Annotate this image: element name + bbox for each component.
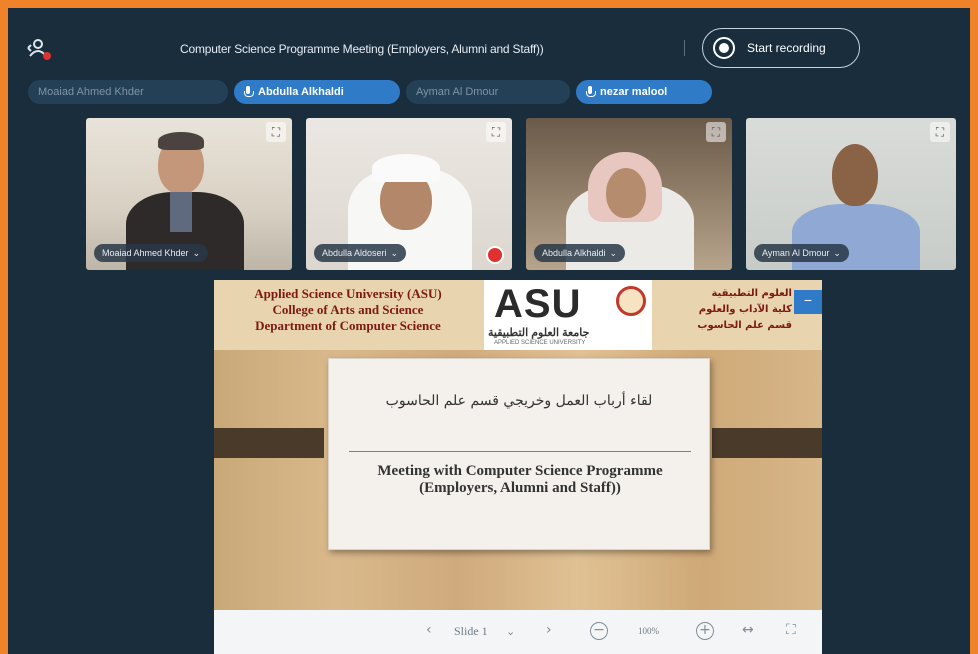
video-tile[interactable]: ⛶ Abdulla Aldoseri ⌄ — [306, 118, 512, 270]
zoom-in-icon[interactable]: + — [696, 622, 714, 640]
participant-name: Abdulla Alkhaldi — [542, 248, 606, 258]
slide-header: Applied Science University (ASU) College… — [214, 280, 822, 350]
zoom-out-icon[interactable]: − — [590, 622, 608, 640]
participant-name-tag: Moaiad Ahmed Khder ⌄ — [94, 244, 209, 262]
fullscreen-icon[interactable]: ⛶ — [786, 622, 796, 638]
video-tile[interactable]: ⛶ Moaiad Ahmed Khder ⌄ — [86, 118, 292, 270]
logo-arabic-text: جامعة العلوم التطبيقية — [488, 327, 590, 339]
start-recording-button[interactable]: Start recording — [702, 28, 860, 68]
university-seal-icon — [616, 286, 646, 316]
slide-title-english: Meeting with Computer Science Programme … — [377, 463, 663, 496]
collapse-icon[interactable]: − — [794, 290, 822, 314]
expand-icon[interactable]: ⛶ — [266, 122, 286, 142]
logo-text: ASU — [494, 282, 582, 326]
participant-pill[interactable]: Ayman Al Dmour — [406, 80, 570, 104]
slide-selector[interactable]: Slide 1 — [454, 624, 488, 639]
participant-name: Ayman Al Dmour — [416, 86, 499, 98]
expand-icon[interactable]: ⛶ — [706, 122, 726, 142]
fit-width-icon[interactable]: ↔ — [742, 622, 754, 638]
participant-pill[interactable]: Abdulla Alkhaldi — [234, 80, 400, 104]
top-bar: Computer Science Programme Meeting (Empl… — [8, 8, 970, 80]
record-icon — [713, 37, 735, 59]
microphone-icon — [586, 86, 596, 98]
chevron-down-icon: ⌄ — [609, 247, 618, 258]
divider — [349, 451, 691, 452]
video-tile[interactable]: ⛶ Abdulla Alkhaldi ⌄ — [526, 118, 732, 270]
participant-name: nezar malool — [600, 86, 668, 98]
slide-title-card: لقاء أرباب العمل وخريجي قسم علم الحاسوب … — [328, 358, 710, 550]
participant-name-tag: Abdulla Aldoseri ⌄ — [314, 244, 407, 262]
slide-title-arabic: لقاء أرباب العمل وخريجي قسم علم الحاسوب — [385, 393, 653, 409]
chevron-down-icon: ⌄ — [833, 247, 841, 258]
microphone-icon — [244, 86, 254, 98]
slide: Applied Science University (ASU) College… — [214, 280, 822, 610]
participant-pill[interactable]: nezar malool — [576, 80, 712, 104]
logo-subtitle: APPLIED SCIENCE UNIVERSITY — [494, 340, 586, 346]
university-name-english: Applied Science University (ASU) College… — [254, 286, 442, 333]
university-name-arabic: العلوم التطبيقية كلية الآداب والعلوم قسم… — [697, 288, 792, 331]
presentation-toolbar: ‹ Slide 1 ⌄ › − 100% + ↔ ⛶ — [214, 610, 822, 654]
participant-name: Moaiad Ahmed Khder — [102, 248, 189, 258]
start-recording-label: Start recording — [747, 41, 826, 55]
participant-name-tag: Ayman Al Dmour ⌄ — [754, 244, 849, 262]
chevron-down-icon[interactable]: ⌄ — [506, 625, 515, 638]
next-slide-icon[interactable]: › — [546, 622, 552, 638]
video-tile[interactable]: ⛶ Ayman Al Dmour ⌄ — [746, 118, 956, 270]
asu-logo: ASU جامعة العلوم التطبيقية APPLIED SCIEN… — [484, 280, 652, 350]
participant-name: Abdulla Alkhaldi — [258, 86, 344, 98]
expand-icon[interactable]: ⛶ — [486, 122, 506, 142]
participant-name: Moaiad Ahmed Khder — [38, 86, 144, 98]
chevron-down-icon: ⌄ — [192, 247, 201, 258]
zoom-level: 100% — [638, 626, 659, 636]
participant-name: Ayman Al Dmour — [762, 248, 830, 258]
decorative-bar — [214, 428, 324, 458]
participant-name-tag: Abdulla Alkhaldi ⌄ — [534, 244, 626, 262]
chevron-down-icon: ⌄ — [390, 247, 399, 258]
muted-mic-icon — [486, 246, 504, 264]
participant-pill[interactable]: Moaiad Ahmed Khder — [28, 80, 228, 104]
expand-icon[interactable]: ⛶ — [930, 122, 950, 142]
decorative-bar — [712, 428, 822, 458]
shared-presentation: Applied Science University (ASU) College… — [214, 280, 822, 654]
participant-name: Abdulla Aldoseri — [322, 248, 387, 258]
meeting-window: Computer Science Programme Meeting (Empl… — [8, 8, 970, 654]
title-divider — [684, 40, 685, 56]
previous-slide-icon[interactable]: ‹ — [426, 622, 432, 638]
participants-icon[interactable] — [26, 36, 54, 62]
meeting-title: Computer Science Programme Meeting (Empl… — [180, 42, 544, 56]
